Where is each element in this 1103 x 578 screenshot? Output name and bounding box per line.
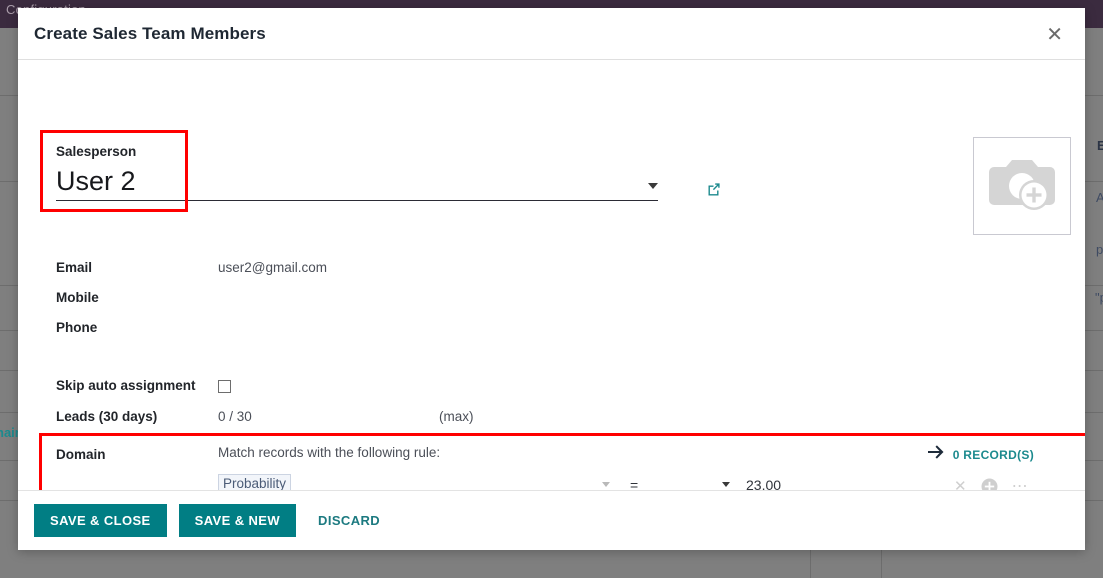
assignment-fields: Skip auto assignment Leads (30 days) 0 /… (56, 374, 956, 436)
chevron-down-icon (602, 482, 610, 487)
mobile-label: Mobile (56, 290, 99, 305)
dialog-footer: SAVE & CLOSE SAVE & NEW DISCARD (18, 490, 1085, 550)
domain-records-link[interactable]: 0 RECORD(S) (927, 443, 1034, 464)
domain-field: Domain Match records with the following … (56, 443, 1068, 490)
domain-records-count: 0 RECORD(S) (952, 447, 1034, 462)
chevron-down-icon (722, 482, 730, 487)
field-row-email: Email user2@gmail.com (56, 256, 956, 286)
dialog-header: Create Sales Team Members ✕ (18, 8, 1085, 60)
field-row-mobile: Mobile (56, 286, 956, 316)
background-text: per (1096, 242, 1103, 257)
background-text: "pr (1095, 290, 1103, 305)
rule-value-input[interactable]: 23.00 (740, 472, 940, 491)
dialog-title: Create Sales Team Members (34, 23, 266, 43)
close-icon[interactable]: ✕ (1040, 20, 1069, 48)
avatar-upload[interactable] (973, 137, 1071, 235)
background-divider (881, 550, 882, 578)
rule-operator-value: = (630, 476, 639, 491)
plus-circle-icon[interactable] (981, 478, 998, 490)
leads-label: Leads (30 days) (56, 409, 158, 424)
close-icon[interactable]: ✕ (954, 479, 967, 491)
rule-field-select[interactable]: Probability (218, 472, 616, 490)
rule-field-value: Probability (218, 474, 292, 490)
salesperson-input[interactable]: User 2 (56, 159, 658, 201)
rule-value-text: 23.00 (746, 476, 782, 491)
leads-max-note: (max) (439, 409, 474, 424)
save-and-new-button[interactable]: SAVE & NEW (178, 504, 297, 537)
chevron-down-icon[interactable] (648, 183, 658, 189)
field-row-skip-auto-assignment: Skip auto assignment (56, 374, 956, 405)
field-row-leads: Leads (30 days) 0 / 30 (max) (56, 405, 956, 436)
skip-auto-assignment-checkbox[interactable] (218, 380, 231, 393)
phone-label: Phone (56, 320, 98, 335)
salesperson-label: Salesperson (56, 144, 137, 159)
contact-fields: Email user2@gmail.com Mobile Phone (56, 256, 956, 346)
domain-header: Domain Match records with the following … (56, 443, 1068, 464)
domain-label: Domain (56, 447, 106, 462)
arrow-right-icon (927, 445, 945, 464)
discard-button[interactable]: DISCARD (308, 504, 390, 537)
email-label: Email (56, 260, 93, 275)
email-value[interactable]: user2@gmail.com (218, 256, 327, 275)
domain-rule-row: Probability = 23.00 ✕ ⋯ (218, 472, 1068, 490)
leads-value[interactable]: 0 / 30 (218, 405, 252, 424)
background-text: Adr (1096, 190, 1103, 205)
external-link-icon[interactable] (706, 181, 722, 197)
salesperson-value: User 2 (56, 166, 136, 196)
ellipsis-icon[interactable]: ⋯ (1012, 478, 1029, 490)
background-text: E (1097, 138, 1103, 153)
salesperson-field: Salesperson User 2 (56, 144, 720, 201)
save-and-close-button[interactable]: SAVE & CLOSE (34, 504, 167, 537)
dialog-body: Salesperson User 2 Email user2@gmail.com… (18, 60, 1085, 490)
create-sales-team-members-dialog: Create Sales Team Members ✕ Salesperson … (18, 8, 1085, 550)
camera-add-icon (986, 153, 1058, 220)
rule-actions: ✕ ⋯ (954, 478, 1029, 490)
rule-operator-select[interactable]: = (622, 472, 736, 490)
background-divider (810, 550, 811, 578)
skip-auto-assignment-label: Skip auto assignment (56, 378, 196, 393)
field-row-phone: Phone (56, 316, 956, 346)
domain-match-text: Match records with the following rule: (218, 445, 441, 460)
